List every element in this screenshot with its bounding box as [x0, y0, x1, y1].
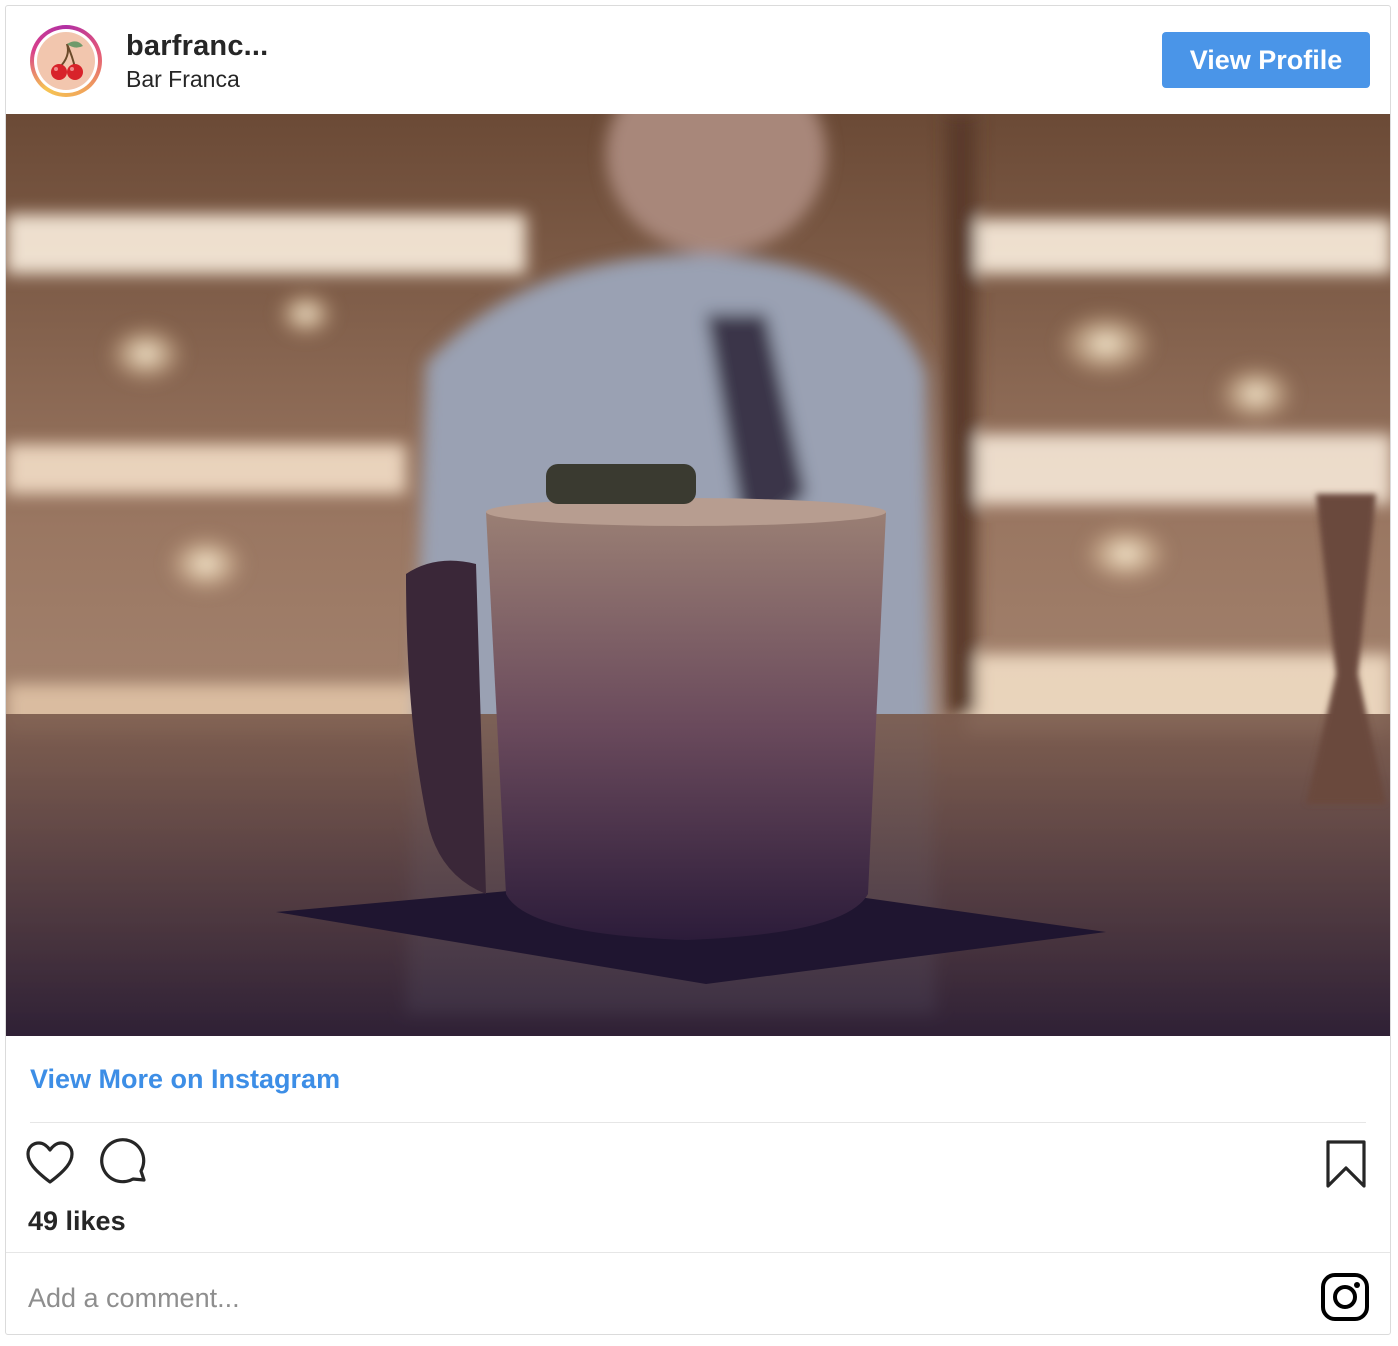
heart-icon[interactable] [24, 1138, 76, 1190]
divider [30, 1122, 1366, 1123]
avatar[interactable] [30, 25, 102, 97]
divider [6, 1252, 1390, 1253]
instagram-logo-icon[interactable] [1320, 1272, 1370, 1322]
username[interactable]: barfranc... [126, 30, 268, 63]
cherry-icon [37, 32, 95, 90]
view-more-on-instagram-link[interactable]: View More on Instagram [30, 1064, 340, 1095]
bookmark-icon[interactable] [1320, 1138, 1372, 1190]
post-header: barfranc... Bar Franca View Profile [6, 6, 1390, 114]
comment-input[interactable] [26, 1272, 1230, 1324]
account-full-name: Bar Franca [126, 66, 240, 92]
instagram-embed-card: barfranc... Bar Franca View Profile View… [5, 5, 1391, 1335]
view-profile-button[interactable]: View Profile [1162, 32, 1370, 88]
comment-icon[interactable] [98, 1138, 150, 1190]
post-photo[interactable] [6, 114, 1391, 1036]
avatar-border [34, 29, 98, 93]
likes-count[interactable]: 49 likes [28, 1206, 126, 1237]
